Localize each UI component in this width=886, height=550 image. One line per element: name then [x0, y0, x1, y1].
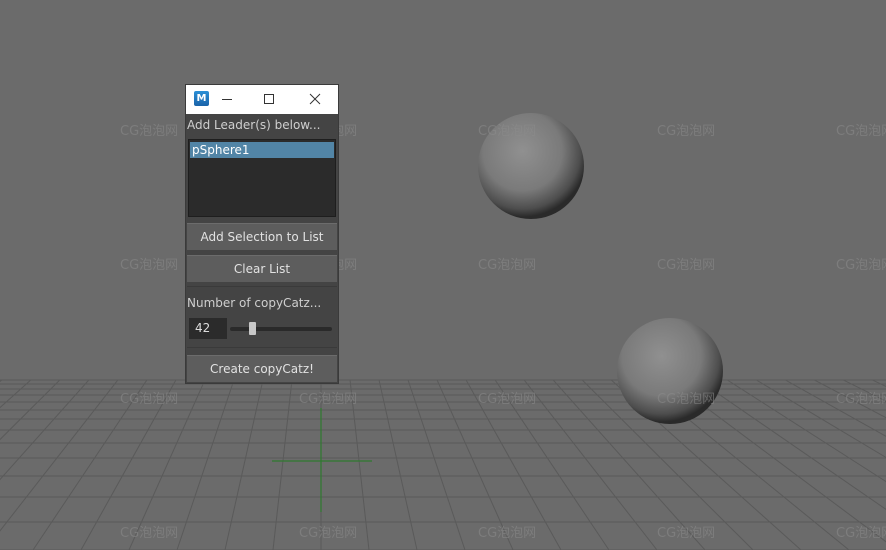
viewport-scene[interactable] [0, 0, 886, 550]
add-selection-button[interactable]: Add Selection to List [187, 223, 337, 250]
watermark: CG泡泡网 [836, 258, 886, 273]
watermark: CG泡泡网 [120, 392, 179, 407]
watermark: CG泡泡网 [836, 392, 886, 407]
watermark: CG泡泡网 [478, 258, 537, 273]
divider [187, 347, 337, 348]
watermark: CG泡泡网 [120, 124, 179, 139]
copycatz-count-label: Number of copyCatz... [187, 296, 322, 310]
watermark: CG泡泡网 [478, 392, 537, 407]
sphere-object-lower[interactable] [617, 318, 723, 424]
leader-list[interactable]: pSphere1 [188, 139, 336, 217]
divider [187, 286, 337, 287]
copycatz-slider-track[interactable] [230, 327, 332, 331]
copycatz-tool-window[interactable]: M Add Leader(s) below... pSphere1 Add Se… [186, 85, 338, 383]
clear-list-button[interactable]: Clear List [187, 255, 337, 282]
maya-viewport[interactable]: CG泡泡网 CG泡泡网 CG泡泡网 CG泡泡网 CG泡泡网 CG泡泡网 CG泡泡网 CG泡泡网… [0, 0, 886, 550]
minimize-icon [222, 99, 232, 100]
watermark: CG泡泡网 [836, 526, 886, 541]
watermark: CG泡泡网 [120, 258, 179, 273]
copycatz-slider-handle[interactable] [249, 322, 256, 335]
watermark: CG泡泡网 [836, 124, 886, 139]
create-copycatz-button[interactable]: Create copyCatz! [187, 355, 337, 382]
maximize-button[interactable] [252, 85, 288, 114]
copycatz-count-field[interactable]: 42 [189, 318, 227, 339]
watermark: CG泡泡网 [657, 392, 716, 407]
close-icon [309, 93, 321, 105]
title-bar[interactable]: M [186, 85, 338, 114]
maya-app-icon: M [194, 91, 209, 106]
watermark: CG泡泡网 [120, 526, 179, 541]
maximize-icon [264, 94, 274, 104]
watermark: CG泡泡网 [657, 258, 716, 273]
close-button[interactable] [296, 85, 332, 114]
watermark: CG泡泡网 [478, 526, 537, 541]
watermark: CG泡泡网 [299, 526, 358, 541]
watermark: CG泡泡网 [478, 124, 537, 139]
list-item[interactable]: pSphere1 [190, 142, 334, 158]
watermark: CG泡泡网 [299, 392, 358, 407]
leader-label: Add Leader(s) below... [187, 118, 321, 132]
minimize-button[interactable] [208, 85, 244, 114]
watermark: CG泡泡网 [657, 124, 716, 139]
watermark: CG泡泡网 [657, 526, 716, 541]
